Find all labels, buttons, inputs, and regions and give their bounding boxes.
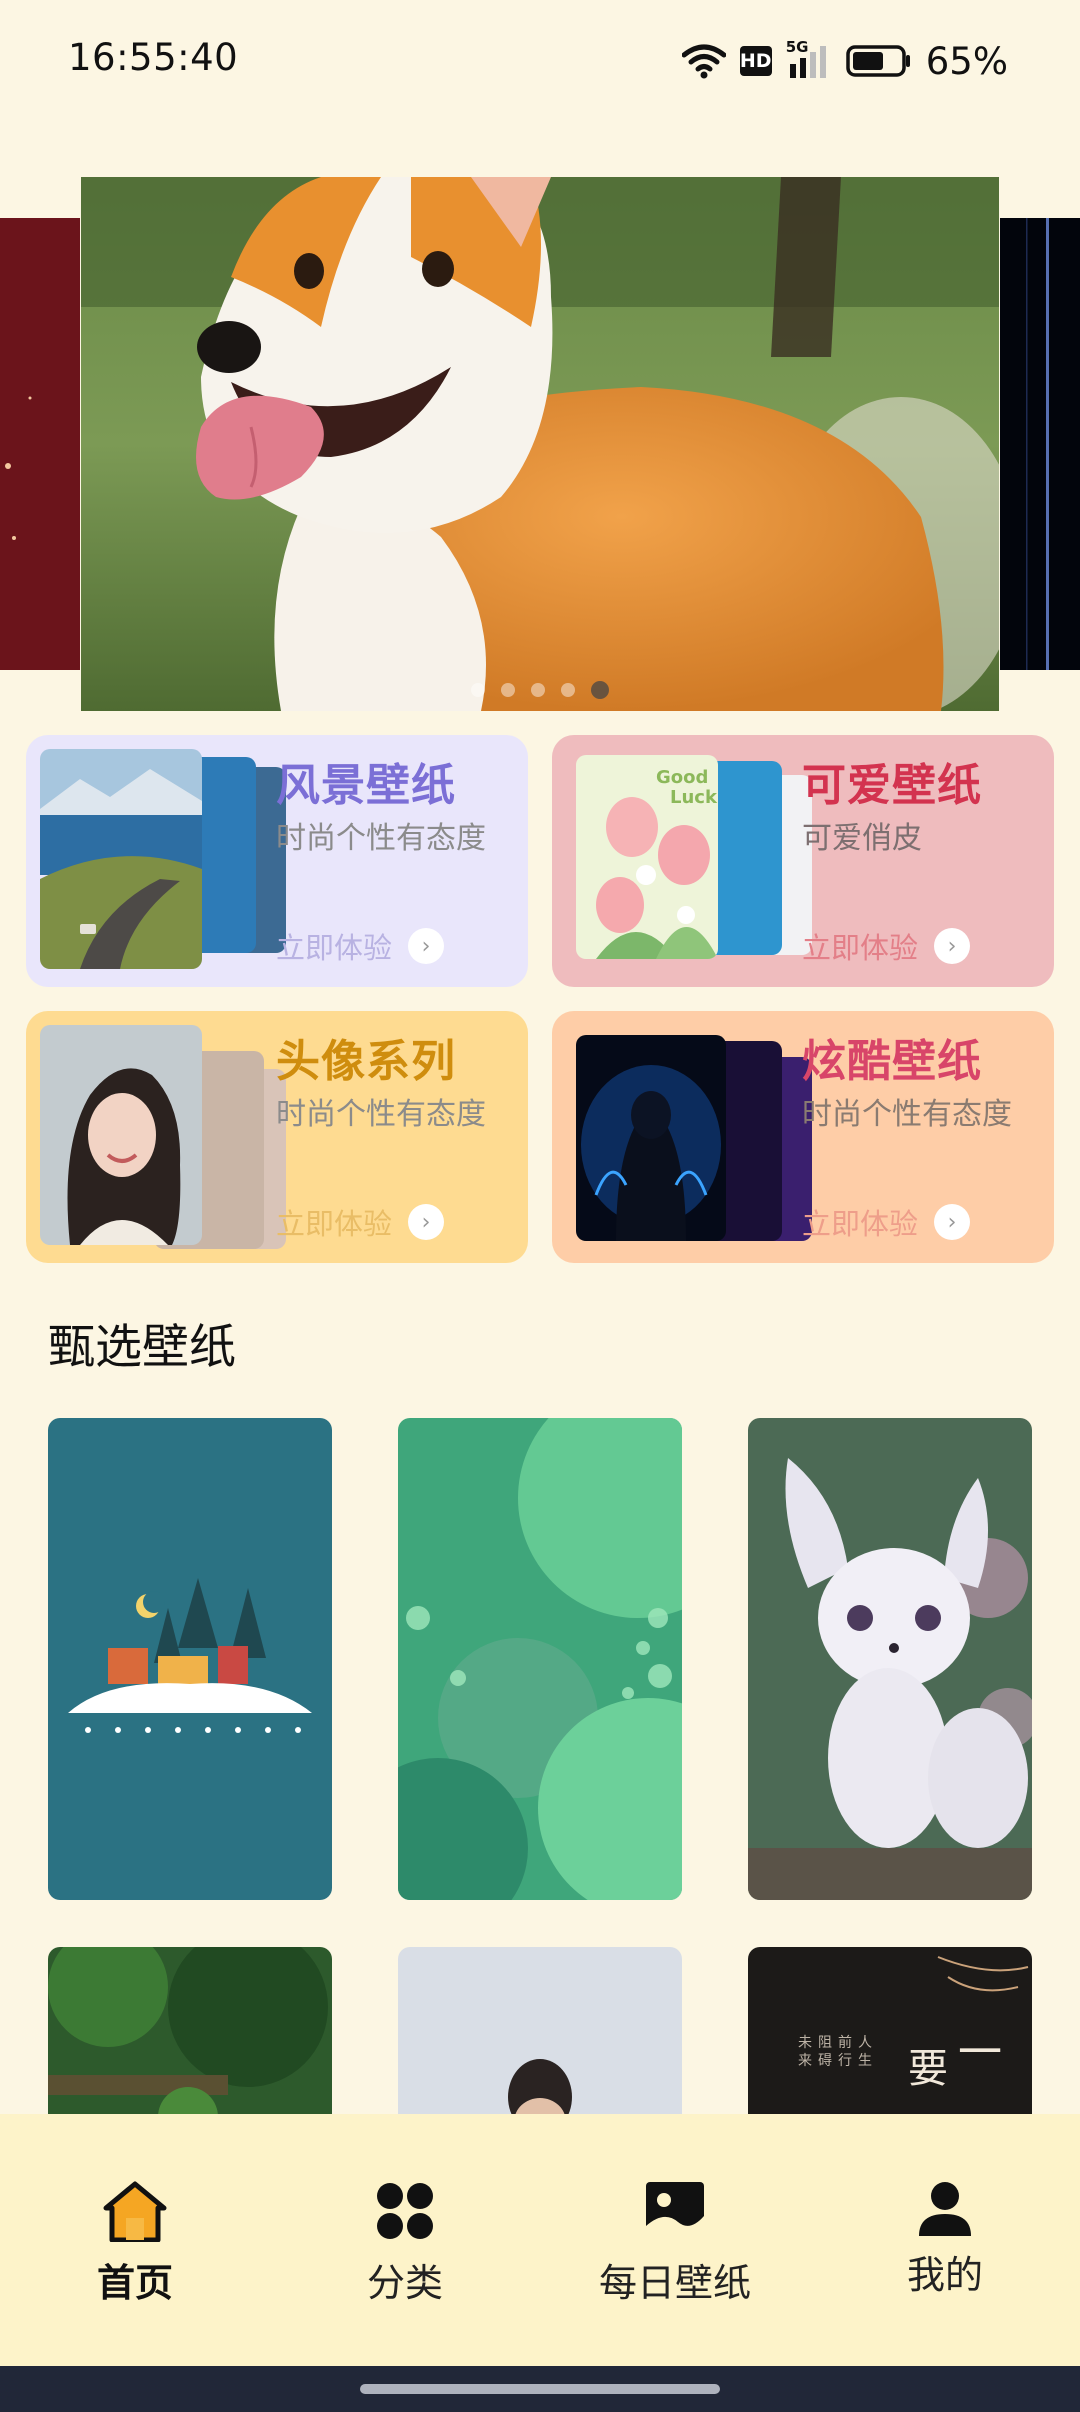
svg-text:生: 生 xyxy=(858,2053,872,2069)
banner-dot[interactable] xyxy=(501,683,515,697)
wifi-icon xyxy=(681,44,726,79)
category-icon xyxy=(377,2183,433,2239)
svg-text:Good: Good xyxy=(656,767,708,788)
banner-next-slide[interactable] xyxy=(1000,218,1080,670)
category-card-cute[interactable]: Good Luck 可爱壁纸 可爱俏皮 立即体验 › xyxy=(552,735,1054,987)
cool-thumb-image xyxy=(576,1035,726,1241)
svg-text:来: 来 xyxy=(798,2053,812,2069)
home-indicator[interactable] xyxy=(360,2384,720,2394)
card-subtitle: 时尚个性有态度 xyxy=(276,1097,486,1132)
card-cta-button[interactable]: 立即体验 › xyxy=(802,925,971,967)
banner-main-slide[interactable] xyxy=(81,177,999,711)
nav-label-daily-wallpaper: 每日壁纸 xyxy=(598,2261,751,2305)
wallpaper-tile-christmas-village[interactable] xyxy=(48,1418,332,1900)
nav-item-profile[interactable]: 我的 xyxy=(810,2114,1080,2334)
svg-text:阻: 阻 xyxy=(818,2035,832,2051)
nav-item-home[interactable]: 首页 xyxy=(0,2114,270,2334)
profile-icon xyxy=(919,2182,971,2236)
svg-text:未: 未 xyxy=(798,2035,812,2051)
scenery-thumb-image xyxy=(40,749,202,969)
status-bar: 16:55:40 HD 5G 65% xyxy=(0,0,1080,120)
card-title: 风景壁纸 xyxy=(276,760,456,811)
nav-item-daily-wallpaper[interactable]: 每日壁纸 xyxy=(540,2114,810,2334)
card-title: 炫酷壁纸 xyxy=(802,1036,982,1087)
hd-badge: HD xyxy=(739,46,772,76)
card-cta-label: 立即体验 xyxy=(802,931,919,965)
wallpaper-tile-green-bubbles[interactable] xyxy=(398,1418,682,1900)
chevron-right-icon: › xyxy=(934,1204,971,1240)
wallpaper-tile-white-fox[interactable] xyxy=(748,1418,1032,1900)
cute-thumb-image: Good Luck xyxy=(576,755,718,959)
card-cta-button[interactable]: 立即体验 › xyxy=(276,925,445,967)
svg-text:人: 人 xyxy=(858,2035,872,2051)
nav-item-category[interactable]: 分类 xyxy=(270,2114,540,2334)
banner-dot[interactable] xyxy=(531,683,545,697)
card-title: 可爱壁纸 xyxy=(802,760,982,811)
svg-text:要: 要 xyxy=(908,2046,948,2092)
banner-prev-slide[interactable] xyxy=(0,218,80,670)
battery-icon xyxy=(846,45,910,77)
svg-text:Luck: Luck xyxy=(670,787,718,808)
card-cta-label: 立即体验 xyxy=(802,1207,919,1241)
svg-text:碍: 碍 xyxy=(818,2053,832,2069)
cellular-signal-icon: 5G xyxy=(786,38,832,80)
svg-text:行: 行 xyxy=(838,2053,852,2069)
home-icon xyxy=(103,2181,167,2242)
battery-percent: 65% xyxy=(925,39,1008,83)
banner-dot-active[interactable] xyxy=(591,681,609,699)
chevron-right-icon: › xyxy=(408,1204,445,1240)
svg-text:一: 一 xyxy=(958,2027,1002,2078)
svg-text:前: 前 xyxy=(838,2034,852,2051)
card-subtitle: 时尚个性有态度 xyxy=(802,1097,1012,1132)
card-subtitle: 时尚个性有态度 xyxy=(276,821,486,856)
system-gesture-bar xyxy=(0,2366,1080,2412)
status-icons: HD 5G 65% xyxy=(681,36,1008,86)
banner-pagination xyxy=(81,681,999,699)
card-cta-label: 立即体验 xyxy=(276,1207,393,1241)
card-cta-button[interactable]: 立即体验 › xyxy=(802,1201,971,1243)
section-title: 甄选壁纸 xyxy=(48,1320,236,1375)
banner-dot[interactable] xyxy=(561,683,575,697)
status-time: 16:55:40 xyxy=(68,36,239,79)
banner-dot[interactable] xyxy=(471,683,485,697)
daily-wallpaper-icon xyxy=(646,2182,704,2240)
corgi-banner-image xyxy=(81,177,999,711)
bottom-navigation: 首页 分类 每日壁纸 我的 xyxy=(0,2114,1080,2366)
category-card-cool[interactable]: 炫酷壁纸 时尚个性有态度 立即体验 › xyxy=(552,1011,1054,1263)
nav-label-home: 首页 xyxy=(96,2261,173,2305)
avatar-thumb-image xyxy=(40,1025,202,1245)
card-cta-label: 立即体验 xyxy=(276,931,393,965)
category-card-scenery[interactable]: 风景壁纸 时尚个性有态度 立即体验 › xyxy=(26,735,528,987)
card-cta-button[interactable]: 立即体验 › xyxy=(276,1201,445,1243)
card-subtitle: 可爱俏皮 xyxy=(802,821,922,856)
chevron-right-icon: › xyxy=(408,928,445,964)
category-card-avatar[interactable]: 头像系列 时尚个性有态度 立即体验 › xyxy=(26,1011,528,1263)
nav-label-category: 分类 xyxy=(366,2261,443,2305)
nav-label-profile: 我的 xyxy=(906,2253,983,2297)
chevron-right-icon: › xyxy=(934,928,971,964)
card-title: 头像系列 xyxy=(276,1036,456,1087)
